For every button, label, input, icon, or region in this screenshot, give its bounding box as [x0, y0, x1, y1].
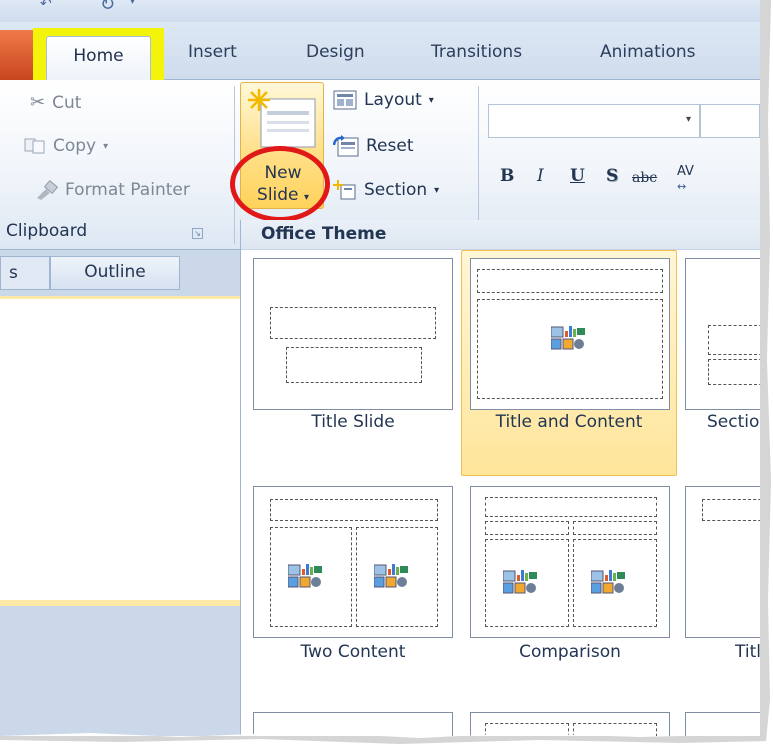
torn-edge-shadow — [0, 0, 771, 744]
